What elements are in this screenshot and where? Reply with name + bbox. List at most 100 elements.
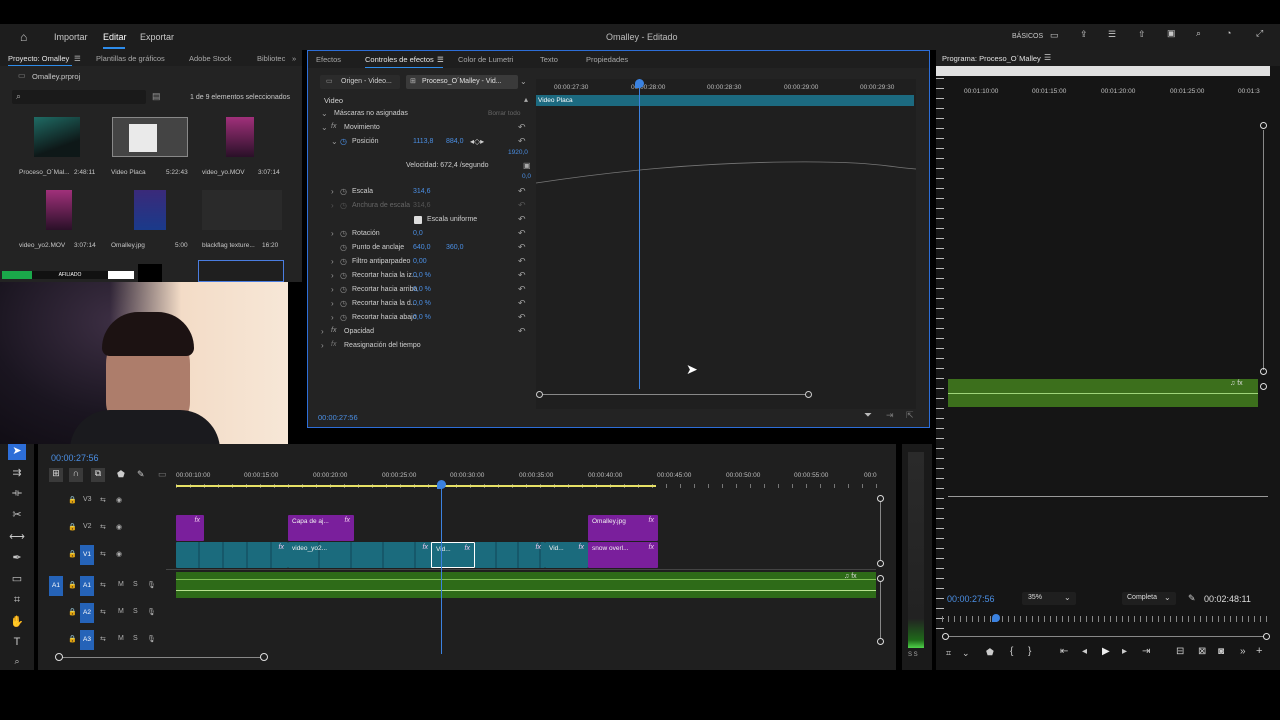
more-icon[interactable]: » [1240,646,1246,657]
marker-icon[interactable]: ⬟ [986,647,994,658]
row-recortar-izq[interactable]: › ◷ Recortar hacia la iz... 0,0 % ↶ [318,269,532,283]
zoom-scrollbar[interactable] [538,394,810,395]
rotacion-value[interactable]: 0,0 [413,230,423,237]
row-movimiento[interactable]: ⌄ fx Movimiento ↶ [318,121,532,135]
reset-icon[interactable]: ↶ [518,214,526,225]
chevron-right-icon[interactable]: › [331,313,334,322]
row-rotacion[interactable]: › ◷ Rotación 0,0 ↶ [318,227,532,241]
mic-icon[interactable]: 🎙 [147,608,156,616]
v1-clip-snow[interactable]: snow overl... fx [588,542,658,568]
fullscreen-icon[interactable]: ⤢ [1256,28,1263,39]
thumbnail-video-placa[interactable] [112,117,188,157]
mic-icon[interactable]: 🎙 [147,635,156,643]
lock-icon[interactable]: 🔒 [68,581,77,589]
stopwatch-icon[interactable]: ◷ [340,187,347,196]
timeline-timecode[interactable]: 00:00:27:56 [51,453,99,463]
lock-icon[interactable]: 🔒 [68,608,77,616]
graph-icon[interactable]: ▣ [523,161,531,170]
pen-tool-icon[interactable]: ✒ [8,551,26,567]
solo-button[interactable]: S [133,608,138,615]
stopwatch-icon[interactable]: ◷ [340,285,347,294]
v2-clip-capa[interactable]: Capa de aj... fx [288,515,354,541]
chevron-right-icon[interactable]: › [331,187,334,196]
razor-tool-icon[interactable]: ✂ [8,508,26,524]
tab-project[interactable]: Proyecto: Omalley [8,54,69,63]
lock-icon[interactable]: 🔒 [68,635,77,643]
reset-icon[interactable]: ↶ [518,326,526,337]
share-icon[interactable]: ⇪ [1080,29,1088,40]
mic-icon[interactable]: 🎙 [147,581,156,589]
tl-vscroll-bottom[interactable] [877,638,884,645]
lift-icon[interactable]: ⊟ [1176,646,1184,657]
fit-icon[interactable]: ⇱ [906,410,914,421]
source-patch-a1[interactable]: A1 [49,576,63,596]
thumbnail-video-yo[interactable] [226,117,254,157]
tab-adobe-stock[interactable]: Adobe Stock [189,54,232,63]
tl-hscroll-right[interactable] [260,653,268,661]
step-forward-icon[interactable]: ▸ [1122,646,1127,657]
tl-vscroll-mid[interactable] [877,560,884,567]
reset-icon[interactable]: ↶ [518,312,526,323]
extract-icon[interactable]: ⊠ [1198,646,1206,657]
more-tabs-icon[interactable]: » [292,54,296,63]
add-marker-icon[interactable]: ⬟ [117,469,125,480]
go-to-out-icon[interactable]: ⇥ [1142,646,1150,657]
quick-export-icon[interactable]: ⇧ [1138,29,1146,40]
row-posicion[interactable]: ⌄ ◷ Posición 1113,8 884,0 ◂◇▸ ↶ [318,135,532,149]
antiparpadeo-value[interactable]: 0,00 [413,258,427,265]
track-label[interactable]: V2 [83,523,92,530]
clip-bar[interactable]: Video Placa [536,95,914,106]
chevron-right-icon[interactable]: › [331,299,334,308]
recortar-arriba-value[interactable]: 0,0 % [413,286,431,293]
row-recortar-arriba[interactable]: › ◷ Recortar hacia arriba 0,0 % ↶ [318,283,532,297]
zoom-select[interactable]: 35% ⌄ [1022,592,1076,605]
stopwatch-icon[interactable]: ◷ [340,299,347,308]
sync-icon[interactable]: ⇆ [100,550,106,558]
workspace-label[interactable]: BÁSICOS [1012,33,1043,40]
v1-clip-vid[interactable]: Vid... fx [545,542,588,568]
settings-wrench-icon[interactable]: ✎ [1188,593,1196,604]
reset-icon[interactable]: ↶ [518,242,526,253]
track-target-v1[interactable]: V1 [80,545,94,565]
sync-icon[interactable]: ⇆ [100,496,106,504]
workspace-icon[interactable]: ▭ [1050,30,1059,41]
reset-icon[interactable]: ↶ [518,136,526,147]
program-audio-clip[interactable]: ♫ fx [948,379,1258,407]
reset-icon[interactable]: ↶ [518,256,526,267]
zoom-handle-left[interactable] [942,633,949,640]
chevron-right-icon[interactable]: › [331,257,334,266]
go-to-in-icon[interactable]: ⇤ [1060,646,1068,657]
tab-text[interactable]: Texto [540,55,558,64]
recortar-izq-value[interactable]: 0,0 % [413,272,431,279]
snap-icon[interactable]: ∩ [69,468,83,482]
program-title[interactable]: Programa: Proceso_O´Malley [942,54,1041,63]
scroll-handle-left[interactable] [536,391,543,398]
stopwatch-icon[interactable]: ◷ [340,257,347,266]
vscroll-2-top[interactable] [1260,383,1267,390]
tab-graphics-templates[interactable]: Plantillas de gráficos [96,54,165,63]
captions-icon[interactable]: ▭ [158,469,167,480]
quality-select[interactable]: Completa ⌄ [1122,592,1176,605]
camera-icon[interactable]: ◙ [1218,646,1224,657]
row-recortar-der[interactable]: › ◷ Recortar hacia la d... 0,0 % ↶ [318,297,532,311]
tab-properties[interactable]: Propiedades [586,55,628,64]
step-back-icon[interactable]: ◂ [1082,646,1087,657]
sync-icon[interactable]: ⇆ [100,635,106,643]
solo-button[interactable]: S [133,635,138,642]
slip-tool-icon[interactable]: ⟷ [8,530,26,546]
eye-icon[interactable]: ◉ [116,550,122,558]
mark-out-icon[interactable]: } [1028,646,1031,657]
v2-clip-graphic[interactable]: fx [176,515,204,541]
v2-clip-omalley[interactable]: Omalley.jpg fx [588,515,658,541]
effects-timecode[interactable]: 00:00:27:56 [318,413,358,422]
keyframe-timeline[interactable]: 00:00:27:30 00:00:28:00 00:00:28:30 00:0… [536,79,916,409]
program-zoom-bar[interactable] [946,636,1266,637]
add-button-icon[interactable]: + [1256,645,1262,657]
keyframe-nav-icon[interactable]: ◂◇▸ [470,137,484,146]
v1-clip-vid-selected[interactable]: Vid... fx [431,542,475,568]
ripple-edit-tool-icon[interactable]: ⟛ [8,487,26,503]
vscroll-top[interactable] [1260,122,1267,129]
reset-icon[interactable]: ↶ [518,284,526,295]
program-scrub-ticks[interactable] [942,616,1268,622]
row-masks[interactable]: ⌄ Máscaras no asignadas Borrar todo [318,107,532,121]
